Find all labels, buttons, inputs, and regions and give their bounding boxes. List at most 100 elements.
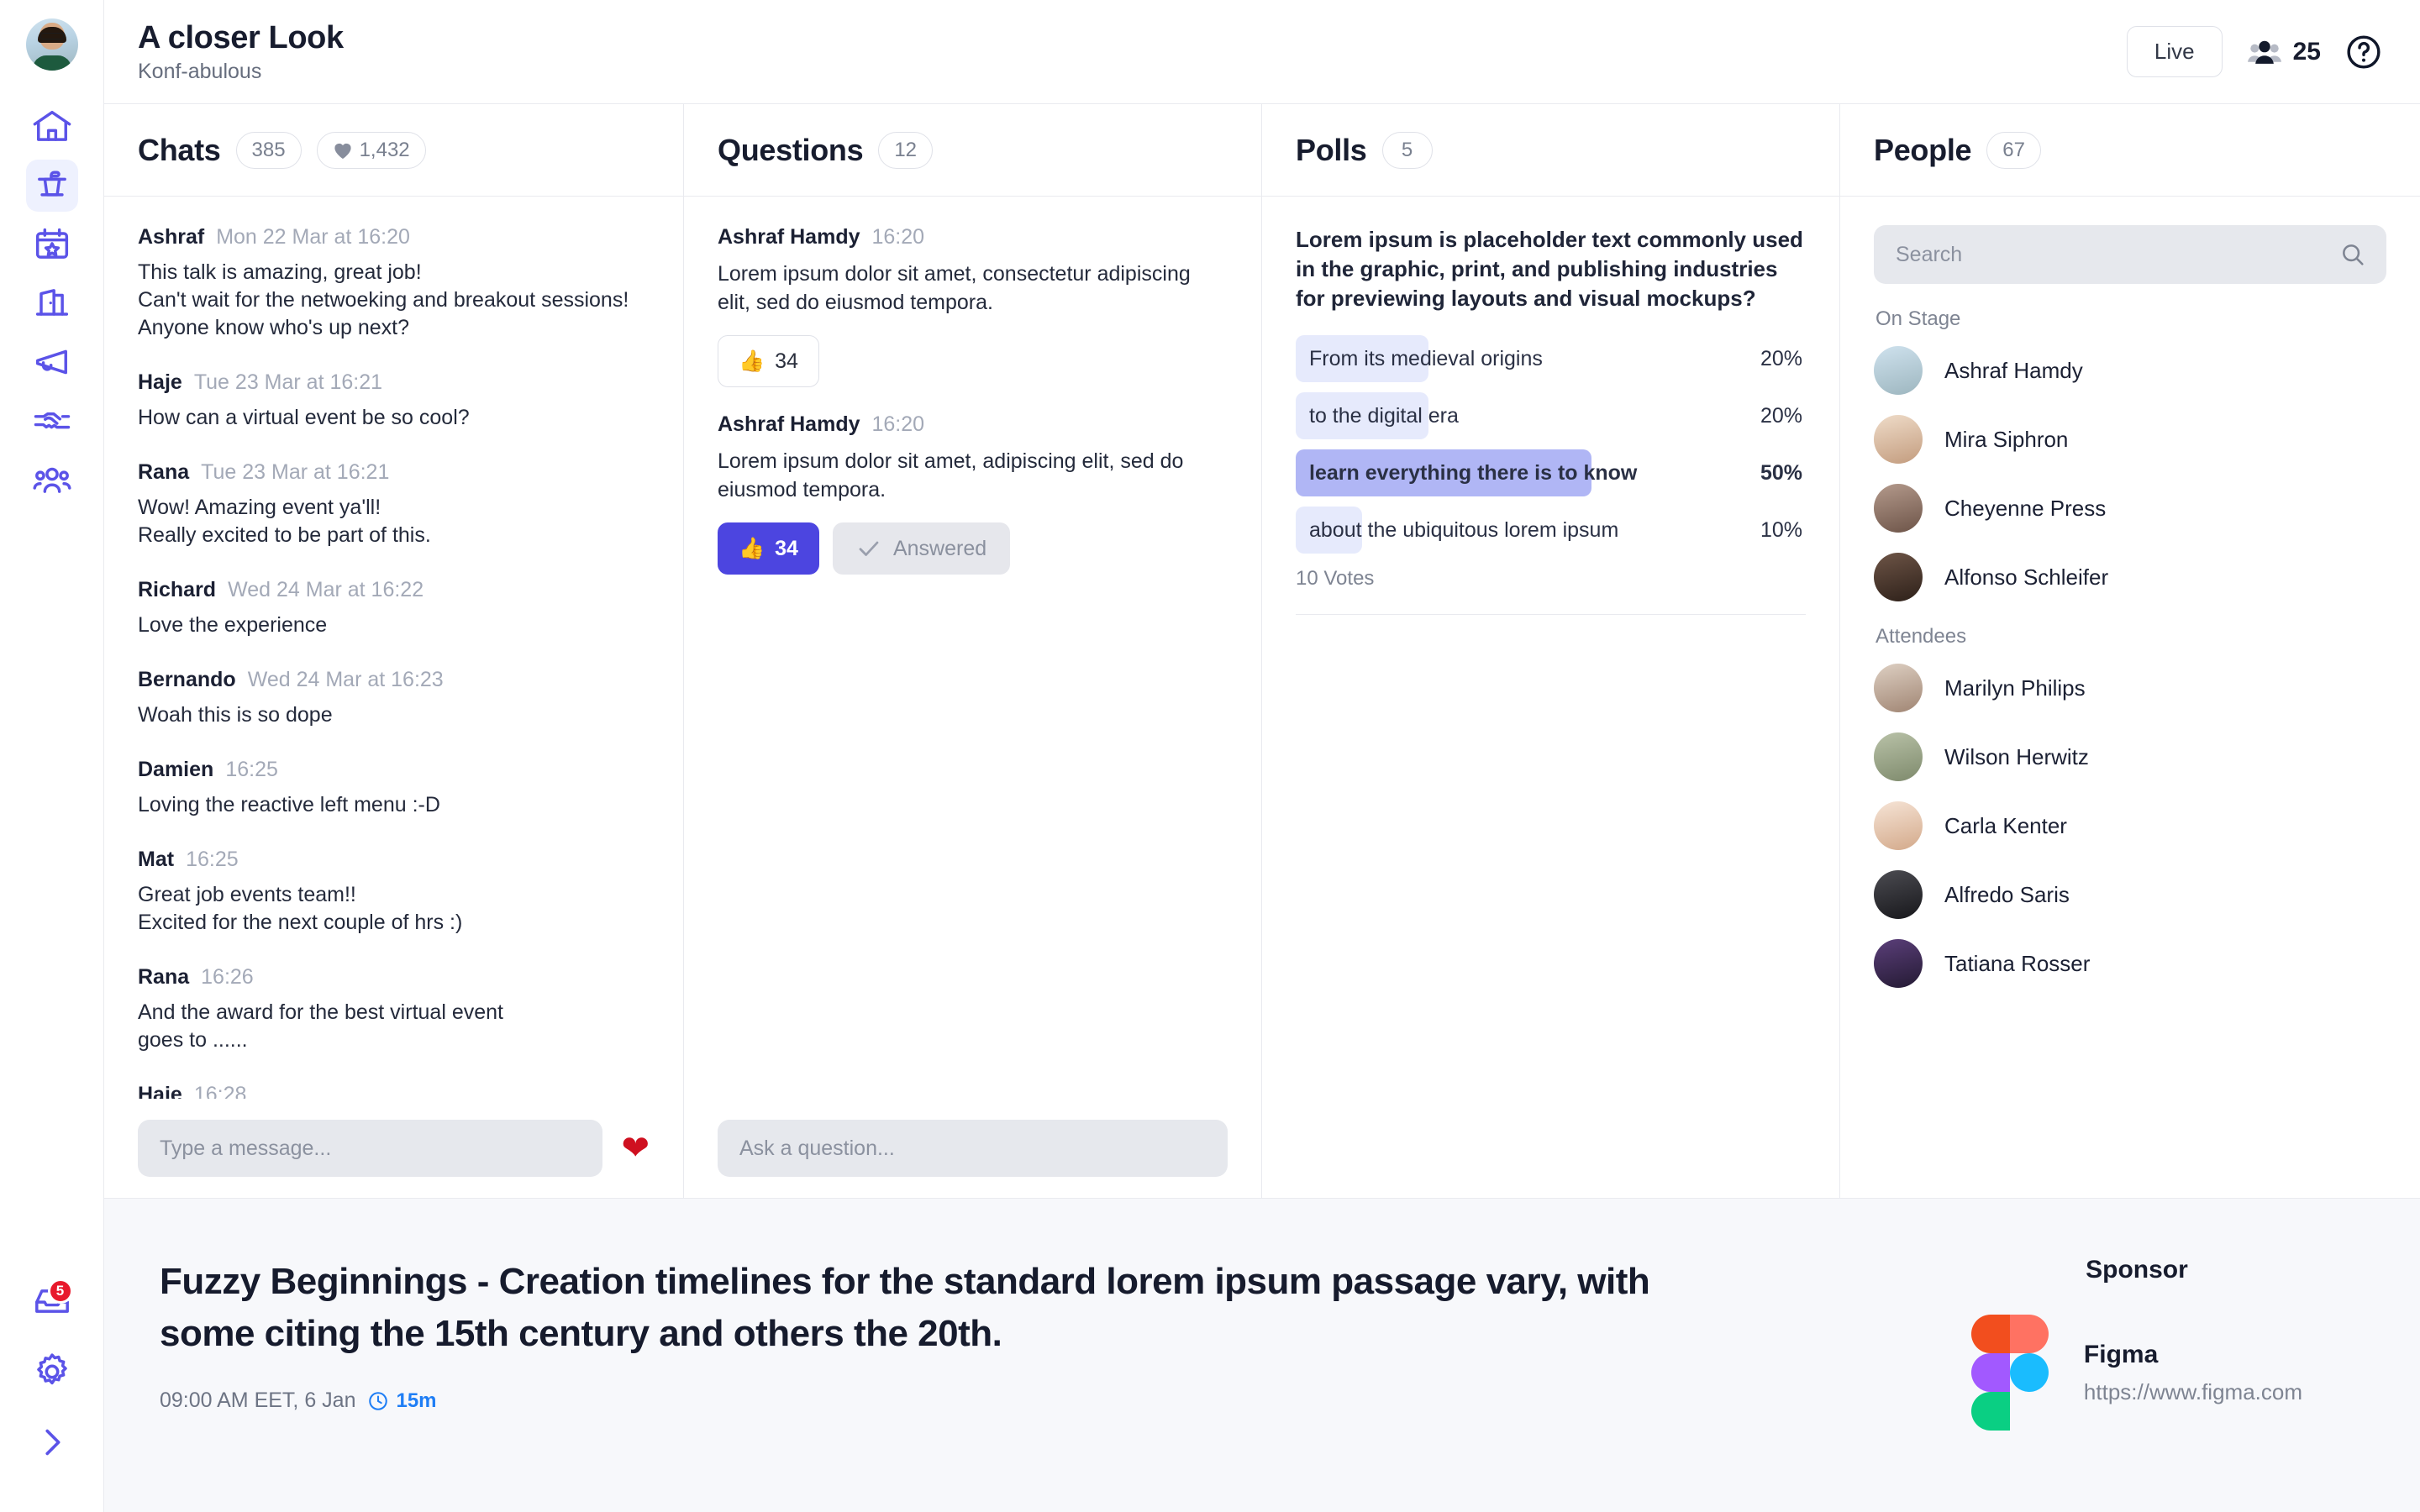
sidebar-item-expand[interactable]: [26, 1416, 78, 1468]
poll-option[interactable]: From its medieval origins 20%: [1296, 335, 1806, 382]
polls-header: Polls 5: [1262, 104, 1839, 197]
question-time: 16:20: [871, 412, 925, 436]
clock-icon: [367, 1390, 389, 1412]
avatar: [1874, 801, 1923, 850]
poll-option[interactable]: about the ubiquitous lorem ipsum 10%: [1296, 507, 1806, 554]
people-list[interactable]: On Stage Ashraf Hamdy Mira Siphron Cheye…: [1840, 197, 2420, 1198]
main-area: A closer Look Konf-abulous Live 25 Chats…: [104, 0, 2420, 1512]
chat-time: Tue 23 Mar at 16:21: [201, 460, 390, 484]
avatar: [1874, 664, 1923, 712]
viewer-count-value: 25: [2292, 37, 2321, 66]
list-item[interactable]: Carla Kenter: [1874, 801, 2386, 850]
chat-message: Richard Wed 24 Mar at 16:22 Love the expe…: [138, 578, 650, 639]
questions-list[interactable]: Ashraf Hamdy 16:20 Lorem ipsum dolor sit …: [684, 197, 1261, 1099]
person-name: Mira Siphron: [1944, 426, 2069, 452]
viewer-count: 25: [2246, 38, 2321, 66]
chat-author: Haje: [138, 370, 182, 394]
chat-time: 16:25: [225, 758, 278, 781]
poll-option-label: about the ubiquitous lorem ipsum: [1309, 517, 1619, 542]
people-search: [1874, 225, 2386, 284]
poll-option[interactable]: learn everything there is to know 50%: [1296, 449, 1806, 496]
people-icon: [2246, 38, 2283, 66]
question-item: Ashraf Hamdy 16:20 Lorem ipsum dolor sit …: [718, 412, 1228, 575]
avatar: [1874, 484, 1923, 533]
list-item[interactable]: Alfonso Schleifer: [1874, 553, 2386, 601]
sidebar-item-inbox[interactable]: 5: [26, 1275, 78, 1327]
left-sidebar: 5: [0, 0, 104, 1512]
chat-time: Tue 23 Mar at 16:21: [193, 370, 383, 394]
sidebar-item-stage[interactable]: [25, 160, 78, 212]
sponsor-label: Sponsor: [2086, 1256, 2188, 1284]
question-item: Ashraf Hamdy 16:20 Lorem ipsum dolor sit …: [718, 225, 1228, 387]
heart-reaction-button[interactable]: ❤: [621, 1131, 650, 1165]
question-composer-row: [684, 1099, 1261, 1198]
list-item[interactable]: Tatiana Rosser: [1874, 939, 2386, 988]
list-item[interactable]: Alfredo Saris: [1874, 870, 2386, 919]
list-item[interactable]: Cheyenne Press: [1874, 484, 2386, 533]
chat-message: Mat 16:25 Great job events team!! Excited…: [138, 848, 650, 937]
session-meta: 09:00 AM EET, 6 Jan 15m: [160, 1389, 1655, 1413]
panels-row: Chats 385 1,432 Ashraf Mon 22 Mar at 16:2…: [104, 104, 2420, 1198]
list-item[interactable]: Mira Siphron: [1874, 415, 2386, 464]
session-info: Fuzzy Beginnings - Creation timelines fo…: [160, 1256, 1655, 1413]
chats-title: Chats: [138, 132, 221, 167]
sidebar-item-expo[interactable]: [26, 277, 78, 329]
chat-message: Rana 16:26 And the award for the best vir…: [138, 965, 650, 1054]
avatar: [1874, 732, 1923, 781]
list-item[interactable]: Marilyn Philips: [1874, 664, 2386, 712]
poll-option-percent: 20%: [1760, 346, 1802, 370]
upvote-button[interactable]: 👍 34: [718, 522, 819, 575]
poll-option-percent: 50%: [1760, 460, 1802, 485]
answered-label: Answered: [892, 536, 987, 560]
upvote-button[interactable]: 👍 34: [718, 335, 819, 387]
people-count-badge: 67: [1986, 131, 2041, 169]
panel-chats: Chats 385 1,432 Ashraf Mon 22 Mar at 16:2…: [104, 104, 684, 1198]
search-icon[interactable]: [2339, 241, 2366, 268]
chat-message: Bernando Wed 24 Mar at 16:23 Woah this is…: [138, 668, 650, 729]
question-text: Lorem ipsum dolor sit amet, consectetur …: [718, 262, 1191, 314]
upvote-count: 34: [775, 536, 798, 560]
session-duration: 15m: [367, 1389, 437, 1413]
chat-text: Wow! Amazing event ya'll! Really excited…: [138, 496, 431, 547]
question-input[interactable]: [718, 1120, 1228, 1177]
question-actions: 👍 34 Answered: [718, 522, 1228, 575]
poll-option[interactable]: to the digital era 20%: [1296, 392, 1806, 439]
sponsor-url[interactable]: https://www.figma.com: [2084, 1379, 2302, 1405]
chat-text: Woah this is so dope: [138, 703, 333, 727]
panel-polls: Polls 5 Lorem ipsum is placeholder text …: [1262, 104, 1840, 1198]
chats-list[interactable]: Ashraf Mon 22 Mar at 16:20 This talk is a…: [104, 197, 683, 1099]
sidebar-item-home[interactable]: [26, 101, 78, 153]
sponsor-row[interactable]: Figma https://www.figma.com: [1970, 1315, 2302, 1431]
search-input[interactable]: [1874, 225, 2386, 284]
live-button[interactable]: Live: [2126, 26, 2223, 77]
chat-message: Damien 16:25 Loving the reactive left men…: [138, 758, 650, 819]
answered-badge[interactable]: Answered: [832, 522, 1011, 575]
list-item[interactable]: Ashraf Hamdy: [1874, 346, 2386, 395]
sidebar-item-people[interactable]: [26, 454, 78, 506]
chat-author: Damien: [138, 758, 214, 781]
poll-question: Lorem ipsum is placeholder text commonly…: [1296, 227, 1803, 311]
sidebar-item-announcements[interactable]: [26, 336, 78, 388]
list-item[interactable]: Wilson Herwitz: [1874, 732, 2386, 781]
chat-time: 16:25: [186, 848, 239, 871]
sidebar-item-settings[interactable]: [26, 1346, 78, 1398]
sidebar-item-networking[interactable]: [26, 395, 78, 447]
chat-message: Haje Tue 23 Mar at 16:21 How can a virtua…: [138, 370, 650, 432]
top-header: A closer Look Konf-abulous Live 25: [104, 0, 2420, 104]
chats-reactions-badge: 1,432: [316, 131, 426, 169]
sidebar-item-agenda[interactable]: [26, 218, 78, 270]
chat-text: Love the experience: [138, 613, 328, 637]
session-title: Fuzzy Beginnings - Creation timelines fo…: [160, 1261, 1650, 1354]
calendar-star-icon: [30, 223, 74, 266]
help-circle-icon[interactable]: [2344, 33, 2383, 71]
avatar: [1874, 939, 1923, 988]
avatar: [1874, 553, 1923, 601]
heart-icon: [333, 141, 353, 160]
questions-title: Questions: [718, 132, 864, 167]
polls-list[interactable]: Lorem ipsum is placeholder text commonly…: [1262, 197, 1839, 1198]
app-root: 5 A closer Look Konf-abulous Live 25 Cha…: [0, 0, 2420, 1512]
stage-icon: [30, 164, 74, 207]
poll-option-label: From its medieval origins: [1309, 346, 1543, 370]
chat-input[interactable]: [138, 1120, 603, 1177]
avatar[interactable]: [25, 18, 78, 71]
